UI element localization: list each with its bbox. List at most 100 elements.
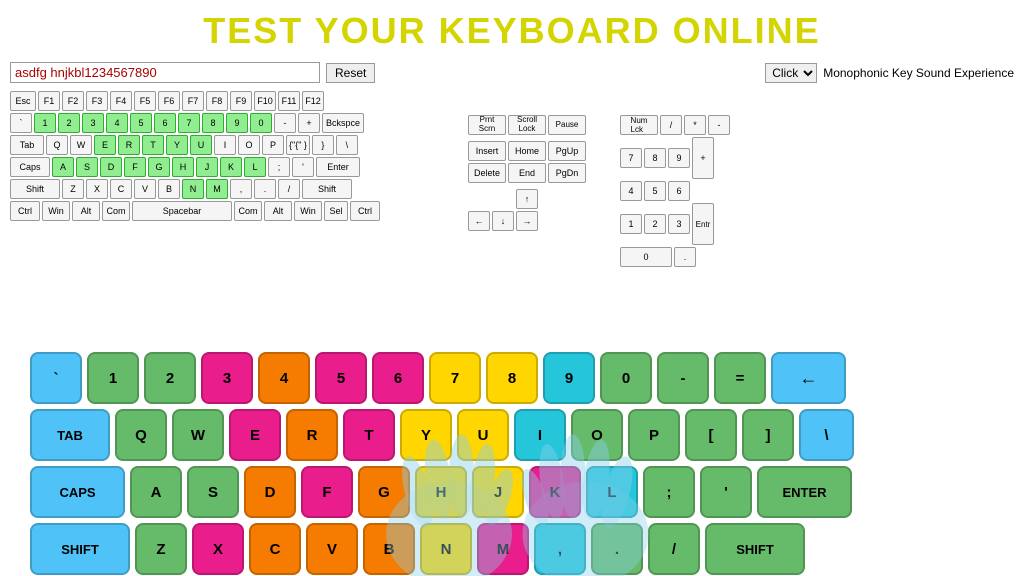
- key-z[interactable]: Z: [62, 179, 84, 199]
- key-com-left[interactable]: Com: [102, 201, 130, 221]
- big-key-5[interactable]: 5: [315, 352, 367, 404]
- key-tab[interactable]: Tab: [10, 135, 44, 155]
- big-key-enter[interactable]: ENTER: [757, 466, 852, 518]
- big-key-b[interactable]: B: [363, 523, 415, 575]
- big-key-8[interactable]: 8: [486, 352, 538, 404]
- key-i[interactable]: I: [214, 135, 236, 155]
- big-key-7[interactable]: 7: [429, 352, 481, 404]
- big-key-a[interactable]: A: [130, 466, 182, 518]
- key-3[interactable]: 3: [82, 113, 104, 133]
- big-key-r[interactable]: R: [286, 409, 338, 461]
- key-alt-left[interactable]: Alt: [72, 201, 100, 221]
- key-v[interactable]: V: [134, 179, 156, 199]
- key-8[interactable]: 8: [202, 113, 224, 133]
- key-com-right[interactable]: Com: [234, 201, 262, 221]
- key-w[interactable]: W: [70, 135, 92, 155]
- key-x[interactable]: X: [86, 179, 108, 199]
- key-delete[interactable]: Delete: [468, 163, 506, 183]
- key-s[interactable]: S: [76, 157, 98, 177]
- big-key-x[interactable]: X: [192, 523, 244, 575]
- big-key-y[interactable]: Y: [400, 409, 452, 461]
- key-9[interactable]: 9: [226, 113, 248, 133]
- key-f10[interactable]: F10: [254, 91, 276, 111]
- big-key-j[interactable]: J: [472, 466, 524, 518]
- key-q[interactable]: Q: [46, 135, 68, 155]
- key-down[interactable]: ↓: [492, 211, 514, 231]
- key-h[interactable]: H: [172, 157, 194, 177]
- key-num-0[interactable]: 0: [620, 247, 672, 267]
- key-num-2[interactable]: 2: [644, 214, 666, 234]
- key-j[interactable]: J: [196, 157, 218, 177]
- key-num-5[interactable]: 5: [644, 181, 666, 201]
- key-numlock[interactable]: NumLck: [620, 115, 658, 135]
- key-shift-left[interactable]: Shift: [10, 179, 60, 199]
- big-key-4[interactable]: 4: [258, 352, 310, 404]
- key-num-plus[interactable]: +: [692, 137, 714, 179]
- big-key-g[interactable]: G: [358, 466, 410, 518]
- key-e[interactable]: E: [94, 135, 116, 155]
- key-ctrl-right[interactable]: Ctrl: [350, 201, 380, 221]
- big-key-9[interactable]: 9: [543, 352, 595, 404]
- key-o[interactable]: O: [238, 135, 260, 155]
- key-num-dot[interactable]: .: [674, 247, 696, 267]
- reset-button[interactable]: Reset: [326, 63, 375, 83]
- key-num-9[interactable]: 9: [668, 148, 690, 168]
- key-f4[interactable]: F4: [110, 91, 132, 111]
- big-key-rbracket[interactable]: ]: [742, 409, 794, 461]
- key-n[interactable]: N: [182, 179, 204, 199]
- key-esc[interactable]: Esc: [10, 91, 36, 111]
- big-key-f[interactable]: F: [301, 466, 353, 518]
- big-key-backslash[interactable]: \: [799, 409, 854, 461]
- key-g[interactable]: G: [148, 157, 170, 177]
- key-insert[interactable]: Insert: [468, 141, 506, 161]
- big-key-q[interactable]: Q: [115, 409, 167, 461]
- big-key-lbracket[interactable]: [: [685, 409, 737, 461]
- big-key-shift-right[interactable]: SHIFT: [705, 523, 805, 575]
- key-num-1[interactable]: 1: [620, 214, 642, 234]
- key-spacebar[interactable]: Spacebar: [132, 201, 232, 221]
- big-key-equals[interactable]: =: [714, 352, 766, 404]
- key-minus[interactable]: -: [274, 113, 296, 133]
- key-period[interactable]: .: [254, 179, 276, 199]
- key-f6[interactable]: F6: [158, 91, 180, 111]
- key-backspace[interactable]: Bckspce: [322, 113, 364, 133]
- big-key-caps[interactable]: CAPS: [30, 466, 125, 518]
- key-f[interactable]: F: [124, 157, 146, 177]
- big-key-v[interactable]: V: [306, 523, 358, 575]
- key-t[interactable]: T: [142, 135, 164, 155]
- key-pause[interactable]: Pause: [548, 115, 586, 135]
- key-k[interactable]: K: [220, 157, 242, 177]
- key-semicolon[interactable]: ;: [268, 157, 290, 177]
- big-key-n[interactable]: N: [420, 523, 472, 575]
- big-key-2[interactable]: 2: [144, 352, 196, 404]
- big-key-6[interactable]: 6: [372, 352, 424, 404]
- big-key-0[interactable]: 0: [600, 352, 652, 404]
- key-scroll-lock[interactable]: ScrollLock: [508, 115, 546, 135]
- key-lbrace[interactable]: {"{" }: [286, 135, 310, 155]
- key-f2[interactable]: F2: [62, 91, 84, 111]
- big-key-3[interactable]: 3: [201, 352, 253, 404]
- key-2[interactable]: 2: [58, 113, 80, 133]
- key-win-right[interactable]: Win: [294, 201, 322, 221]
- big-key-z[interactable]: Z: [135, 523, 187, 575]
- key-a[interactable]: A: [52, 157, 74, 177]
- key-num-slash[interactable]: /: [660, 115, 682, 135]
- key-f9[interactable]: F9: [230, 91, 252, 111]
- key-4[interactable]: 4: [106, 113, 128, 133]
- big-key-o[interactable]: O: [571, 409, 623, 461]
- key-num-3[interactable]: 3: [668, 214, 690, 234]
- big-key-backspace[interactable]: ←: [771, 352, 846, 404]
- big-key-e[interactable]: E: [229, 409, 281, 461]
- key-b[interactable]: B: [158, 179, 180, 199]
- key-ctrl-left[interactable]: Ctrl: [10, 201, 40, 221]
- big-key-m[interactable]: M: [477, 523, 529, 575]
- key-num-6[interactable]: 6: [668, 181, 690, 201]
- key-num-minus[interactable]: -: [708, 115, 730, 135]
- key-0[interactable]: 0: [250, 113, 272, 133]
- key-slash[interactable]: /: [278, 179, 300, 199]
- key-f3[interactable]: F3: [86, 91, 108, 111]
- key-home[interactable]: Home: [508, 141, 546, 161]
- key-win-left[interactable]: Win: [42, 201, 70, 221]
- big-key-backtick[interactable]: `: [30, 352, 82, 404]
- big-key-tab[interactable]: TAB: [30, 409, 110, 461]
